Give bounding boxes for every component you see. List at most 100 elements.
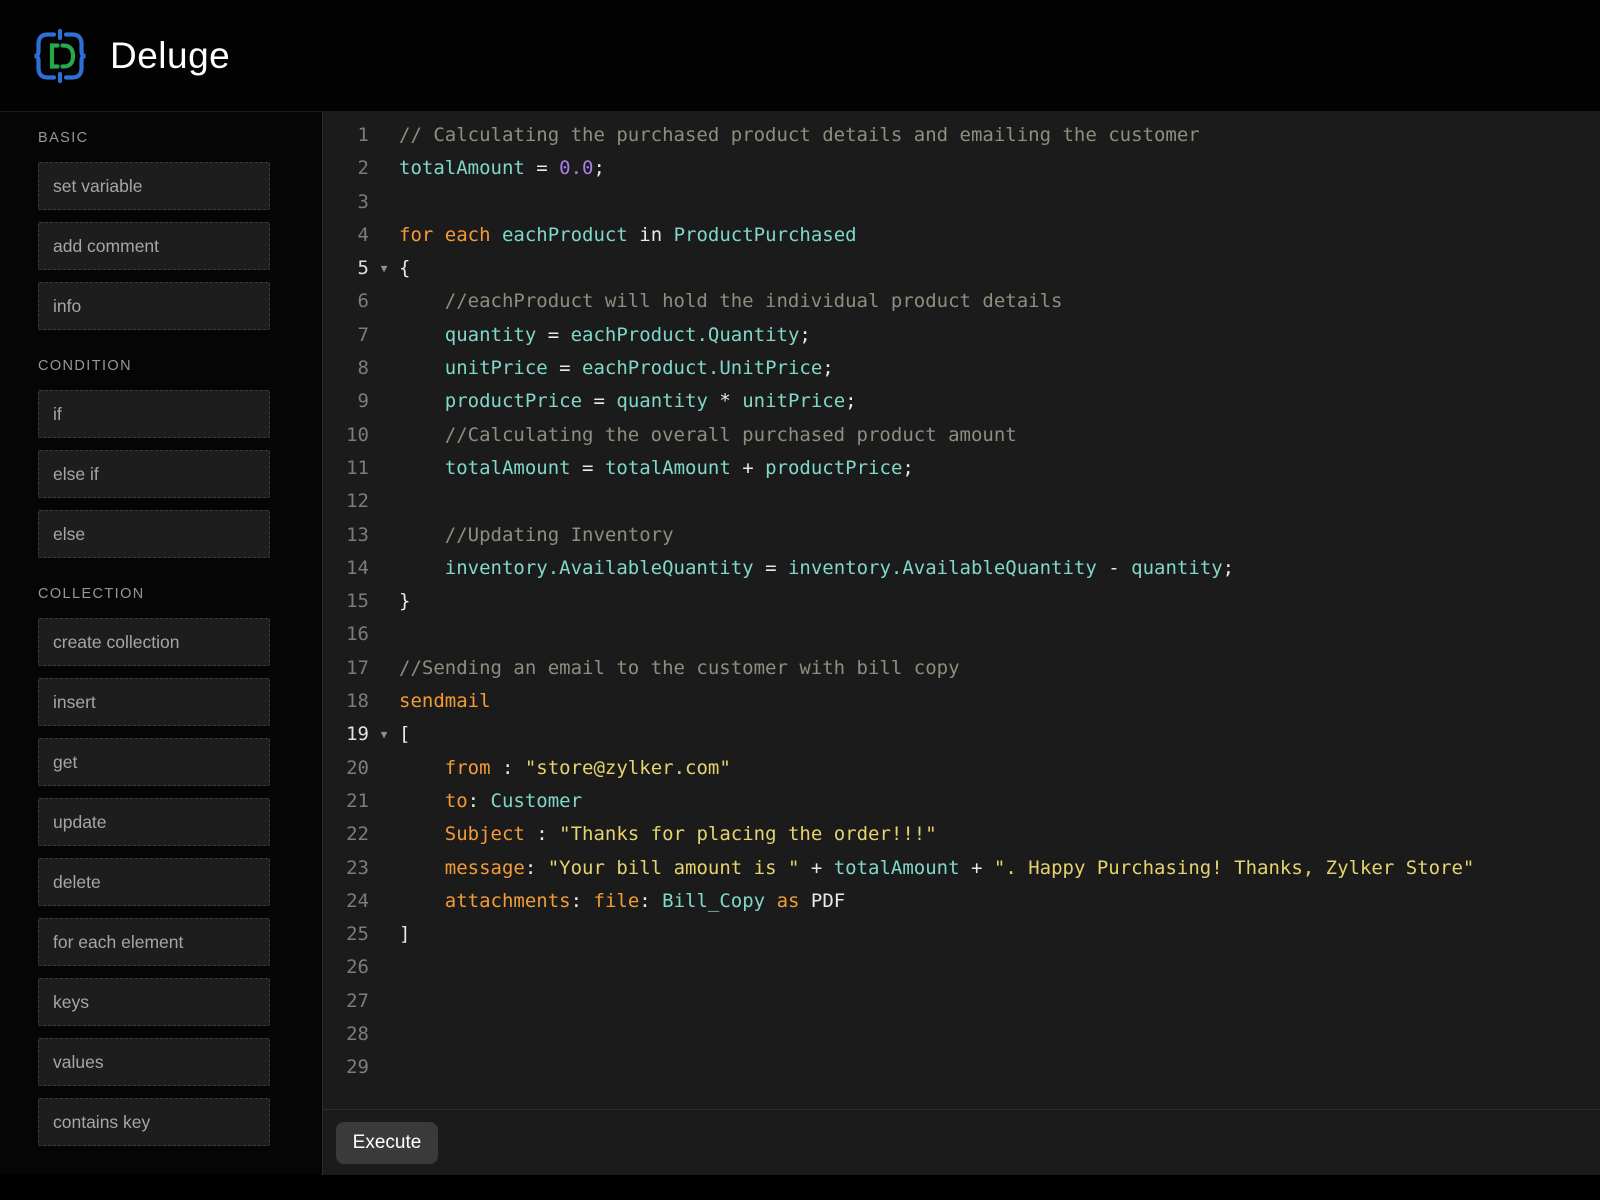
code-line: 27	[323, 985, 1600, 1018]
fold-spacer	[369, 852, 399, 885]
editor-footer: Execute	[323, 1109, 1600, 1175]
sidebar-item-create-collection[interactable]: create collection	[38, 618, 270, 666]
sidebar-item-get[interactable]: get	[38, 738, 270, 786]
line-number: 11	[323, 452, 369, 485]
code-text: message: "Your bill amount is " + totalA…	[399, 852, 1474, 885]
line-number: 26	[323, 951, 369, 984]
line-number: 14	[323, 552, 369, 585]
sidebar-item-delete[interactable]: delete	[38, 858, 270, 906]
code-line: 21 to: Customer	[323, 785, 1600, 818]
sidebar-item-info[interactable]: info	[38, 282, 270, 330]
code-line: 17//Sending an email to the customer wit…	[323, 652, 1600, 685]
fold-spacer	[369, 485, 399, 518]
line-number: 27	[323, 985, 369, 1018]
line-number: 23	[323, 852, 369, 885]
sidebar-item-else[interactable]: else	[38, 510, 270, 558]
code-text: totalAmount = 0.0;	[399, 152, 605, 185]
code-text: }	[399, 585, 410, 618]
line-number: 24	[323, 885, 369, 918]
sidebar-item-update[interactable]: update	[38, 798, 270, 846]
fold-spacer	[369, 319, 399, 352]
code-line: 20 from : "store@zylker.com"	[323, 752, 1600, 785]
code-text: [	[399, 718, 410, 751]
code-line: 22 Subject : "Thanks for placing the ord…	[323, 818, 1600, 851]
code-text: ]	[399, 918, 410, 951]
fold-arrow-icon[interactable]: ▼	[369, 718, 399, 751]
code-editor[interactable]: 1 // Calculating the purchased product de…	[323, 112, 1600, 1109]
code-text: to: Customer	[399, 785, 582, 818]
fold-spacer	[369, 951, 399, 984]
sidebar-item-contains-key[interactable]: contains key	[38, 1098, 270, 1146]
code-line: 8 unitPrice = eachProduct.UnitPrice;	[323, 352, 1600, 385]
line-number: 29	[323, 1051, 369, 1084]
sidebar-item-insert[interactable]: insert	[38, 678, 270, 726]
fold-spacer	[369, 1051, 399, 1084]
line-number: 4	[323, 219, 369, 252]
line-number: 12	[323, 485, 369, 518]
code-text: productPrice = quantity * unitPrice;	[399, 385, 857, 418]
code-text: unitPrice = eachProduct.UnitPrice;	[399, 352, 834, 385]
fold-arrow-icon[interactable]: ▼	[369, 252, 399, 285]
line-number: 21	[323, 785, 369, 818]
sidebar-item-add-comment[interactable]: add comment	[38, 222, 270, 270]
line-number: 2	[323, 152, 369, 185]
snippet-sidebar: BASICset variableadd commentinfoCONDITIO…	[0, 112, 322, 1175]
sidebar-item-for-each-element[interactable]: for each element	[38, 918, 270, 966]
fold-spacer	[369, 585, 399, 618]
sidebar-item-values[interactable]: values	[38, 1038, 270, 1086]
code-line: 2 totalAmount = 0.0;	[323, 152, 1600, 185]
editor-panel: 1 // Calculating the purchased product de…	[322, 112, 1600, 1175]
code-line: 7 quantity = eachProduct.Quantity;	[323, 319, 1600, 352]
code-text: attachments: file: Bill_Copy as PDF	[399, 885, 845, 918]
sidebar-item-if[interactable]: if	[38, 390, 270, 438]
fold-spacer	[369, 119, 399, 152]
fold-spacer	[369, 285, 399, 318]
fold-spacer	[369, 186, 399, 219]
code-line: 3	[323, 186, 1600, 219]
code-line: 18 sendmail	[323, 685, 1600, 718]
code-line: 14 inventory.AvailableQuantity = invento…	[323, 552, 1600, 585]
code-text: //eachProduct will hold the individual p…	[399, 285, 1062, 318]
code-text: //Updating Inventory	[399, 519, 674, 552]
line-number: 17	[323, 652, 369, 685]
code-text: {	[399, 252, 410, 285]
line-number: 1	[323, 119, 369, 152]
code-line: 24 attachments: file: Bill_Copy as PDF	[323, 885, 1600, 918]
code-line: 29	[323, 1051, 1600, 1084]
fold-spacer	[369, 552, 399, 585]
line-number: 6	[323, 285, 369, 318]
fold-spacer	[369, 219, 399, 252]
code-text: totalAmount = totalAmount + productPrice…	[399, 452, 914, 485]
line-number: 16	[323, 618, 369, 651]
fold-spacer	[369, 519, 399, 552]
fold-spacer	[369, 618, 399, 651]
line-number: 13	[323, 519, 369, 552]
code-line: 28	[323, 1018, 1600, 1051]
code-line: 9 productPrice = quantity * unitPrice;	[323, 385, 1600, 418]
code-line: 19▼[	[323, 718, 1600, 751]
code-text: sendmail	[399, 685, 491, 718]
app-header: Deluge	[0, 0, 1600, 112]
sidebar-item-keys[interactable]: keys	[38, 978, 270, 1026]
line-number: 15	[323, 585, 369, 618]
line-number: 19	[323, 718, 369, 751]
sidebar-section-label-condition: CONDITION	[38, 358, 322, 374]
line-number: 7	[323, 319, 369, 352]
code-text: //Calculating the overall purchased prod…	[399, 419, 1017, 452]
code-line: 13 //Updating Inventory	[323, 519, 1600, 552]
line-number: 25	[323, 918, 369, 951]
code-line: 23 message: "Your bill amount is " + tot…	[323, 852, 1600, 885]
execute-button[interactable]: Execute	[336, 1122, 438, 1164]
line-number: 20	[323, 752, 369, 785]
fold-spacer	[369, 818, 399, 851]
line-number: 9	[323, 385, 369, 418]
code-text: // Calculating the purchased product det…	[399, 119, 1200, 152]
code-line: 4for each eachProduct in ProductPurchase…	[323, 219, 1600, 252]
code-line: 15}	[323, 585, 1600, 618]
line-number: 8	[323, 352, 369, 385]
line-number: 18	[323, 685, 369, 718]
sidebar-item-else-if[interactable]: else if	[38, 450, 270, 498]
sidebar-item-set-variable[interactable]: set variable	[38, 162, 270, 210]
code-line: 6 //eachProduct will hold the individual…	[323, 285, 1600, 318]
main-content: BASICset variableadd commentinfoCONDITIO…	[0, 112, 1600, 1175]
